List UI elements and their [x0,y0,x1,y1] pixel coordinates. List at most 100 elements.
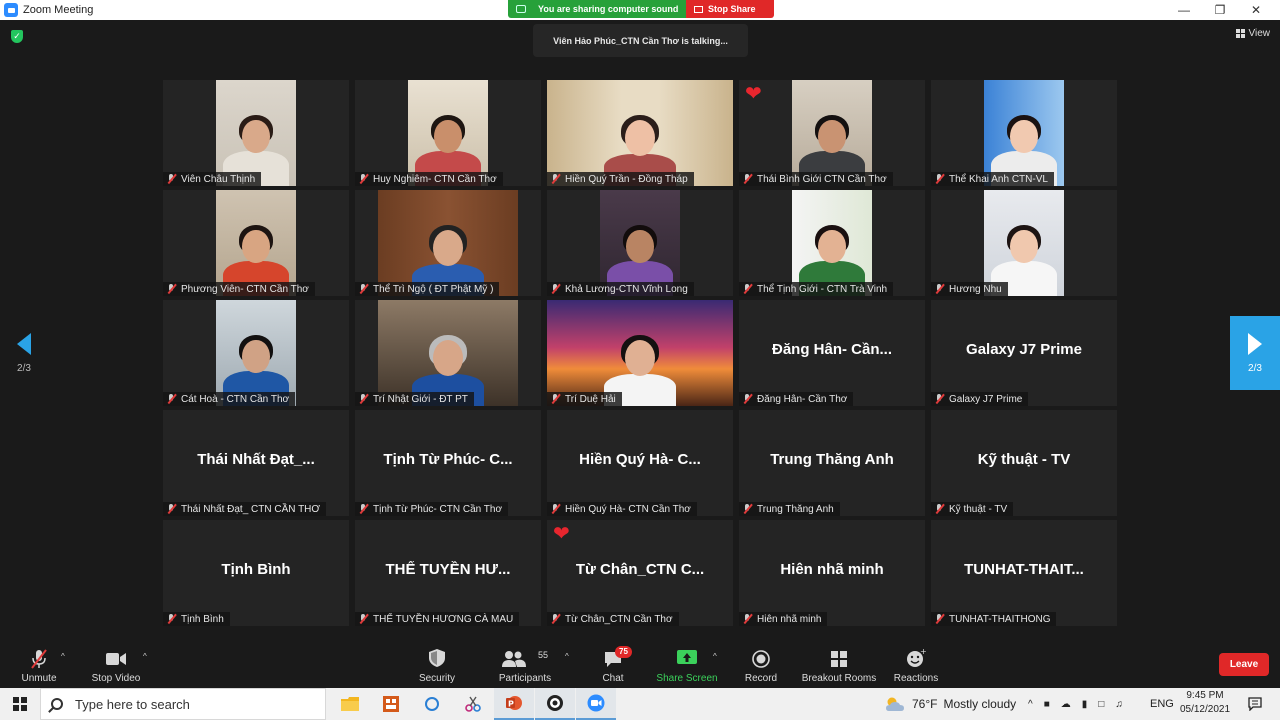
tray-overflow-caret-icon[interactable]: ^ [1028,699,1033,710]
snipping-taskbar-app[interactable] [453,688,493,720]
participant-name-label: Cát Hoà - CTN Cần Thơ [163,392,296,406]
cortana-taskbar-app[interactable] [412,688,452,720]
participant-tile[interactable]: Hiền Quý Trần - Đồng Tháp [547,80,733,186]
participant-name: Thể Khai Anh CTN-VL [949,173,1048,185]
participant-tile[interactable]: Khả Lương-CTN Vĩnh Long [547,190,733,296]
security-shield-icon[interactable]: ✓ [11,30,23,43]
taskbar-search-input[interactable]: Type here to search [40,688,326,720]
stop-share-icon [694,5,703,13]
participant-tile[interactable]: Trí Nhật Giới - ĐT PT [355,300,541,406]
video-options-caret[interactable]: ^ [143,652,147,661]
leave-button[interactable]: Leave [1219,653,1269,676]
volume-tray-icon[interactable]: ♫ [1115,699,1123,710]
participant-tile[interactable]: Hương Nhu [931,190,1117,296]
participant-display-name: Từ Chân_CTN C... [575,561,705,578]
stop-video-button[interactable]: Stop Video [86,642,146,688]
participant-name-label: Trí Duệ Hải [547,392,622,406]
previous-page-button[interactable]: 2/3 [0,316,48,390]
participant-name-label: Thể Tịnh Giới - CTN Trà Vinh [739,282,894,296]
reactions-button[interactable]: + Reactions [892,642,940,688]
participant-video-frame [216,300,296,406]
zoom-logo-icon [4,3,18,17]
close-button[interactable]: ✕ [1238,0,1274,20]
participant-tile[interactable]: Cát Hoà - CTN Cần Thơ [163,300,349,406]
participant-video [984,190,1064,296]
view-button[interactable]: View [1235,28,1271,39]
view-label: View [1248,28,1271,39]
participant-tile[interactable]: Thái Bình Giới CTN Cần Thơ ❤ [739,80,925,186]
share-options-caret[interactable]: ^ [713,652,717,661]
participant-name-label: Hương Nhu [931,282,1008,296]
minimize-button[interactable]: — [1166,0,1202,20]
participant-name-label: Trung Thăng Anh [739,502,840,516]
participant-tile[interactable]: Kỹ thuật - TV Kỹ thuật - TV [931,410,1117,516]
chat-button[interactable]: 75 Chat [592,642,634,688]
chat-label: Chat [602,673,624,684]
share-screen-icon [677,650,697,664]
share-screen-button[interactable]: Share Screen [654,642,720,688]
participant-tile[interactable]: Tịnh Từ Phúc- C... Tịnh Từ Phúc- CTN Cần … [355,410,541,516]
obs-icon [547,695,563,711]
participant-tile[interactable]: Phương Viên- CTN Cần Thơ [163,190,349,296]
participant-name: Thái Nhất Đạt_ CTN CẦN THƠ [181,503,320,515]
participant-tile[interactable]: TUNHAT-THAIT... TUNHAT-THAITHONG [931,520,1117,626]
participant-tile[interactable]: Tịnh Bình Tịnh Bình [163,520,349,626]
participant-tile[interactable]: Galaxy J7 Prime Galaxy J7 Prime [931,300,1117,406]
participant-video [792,80,872,186]
app-taskbar-orange[interactable] [371,688,411,720]
participant-tile[interactable]: Đăng Hân- Cần... Đăng Hân- Cần Thơ [739,300,925,406]
participant-name-label: Trí Nhật Giới - ĐT PT [355,392,474,406]
participant-tile[interactable]: Huy Nghiêm- CTN Cần Thơ [355,80,541,186]
participant-tile[interactable]: Viên Châu Thịnh [163,80,349,186]
participant-display-name: TUNHAT-THAIT... [964,561,1084,578]
network-tray-icon[interactable]: □ [1098,699,1104,710]
app-orange-icon [383,696,399,712]
next-page-button[interactable]: 2/3 [1230,316,1280,390]
clock-date: 05/12/2021 [1179,704,1231,715]
participants-button[interactable]: 55 Participants [494,642,556,688]
security-button[interactable]: Security [412,642,462,688]
maximize-button[interactable]: ❐ [1202,0,1238,20]
stop-share-label: Stop Share [708,4,756,14]
participant-tile[interactable]: Hiền Quý Hà- C... Hiền Quý Hà- CTN Cần Th… [547,410,733,516]
participant-tile[interactable]: THỂ TUYỀN HƯ... THỂ TUYỀN HƯƠNG CÀ MAU [355,520,541,626]
participant-name: Phương Viên- CTN Cần Thơ [181,283,309,295]
unmute-label: Unmute [21,673,57,684]
record-button[interactable]: Record [740,642,782,688]
stop-share-button[interactable]: Stop Share [686,0,774,18]
notifications-button[interactable] [1240,688,1270,720]
zoom-taskbar-app[interactable] [576,688,616,720]
participant-tile[interactable]: Thể Trì Ngộ ( ĐT Phật Mỹ ) [355,190,541,296]
unmute-button[interactable]: Unmute [14,642,64,688]
powerpoint-taskbar-app[interactable]: P [494,688,534,720]
cloud-tray-icon[interactable]: ☁ [1061,699,1071,710]
participant-video [216,80,296,186]
participant-name-label: Thái Nhất Đạt_ CTN CẦN THƠ [163,502,326,516]
people-tray-icon[interactable]: ■ [1044,699,1050,710]
meeting-toolbar: Unmute ^ Stop Video ^ Security 55 Partic… [0,642,1280,688]
audio-options-caret[interactable]: ^ [61,652,65,661]
participant-tile[interactable]: Hiên nhã minh Hiên nhã minh [739,520,925,626]
file-explorer-taskbar-app[interactable] [330,688,370,720]
participant-tile[interactable]: Trí Duệ Hải [547,300,733,406]
microphone-tray-icon[interactable]: ▮ [1082,699,1088,710]
participant-name: TUNHAT-THAITHONG [949,613,1051,625]
participant-tile[interactable]: Thái Nhất Đạt_... Thái Nhất Đạt_ CTN CẦN … [163,410,349,516]
participant-tile[interactable]: Thể Khai Anh CTN-VL [931,80,1117,186]
obs-taskbar-app[interactable] [535,688,575,720]
weather-widget[interactable]: 76°F Mostly cloudy [884,688,1016,720]
participants-options-caret[interactable]: ^ [565,652,569,661]
breakout-rooms-label: Breakout Rooms [801,673,877,684]
participant-video-frame [547,80,733,186]
input-language[interactable]: ENG [1150,688,1174,720]
windows-start-button[interactable] [0,688,40,720]
participant-tile[interactable]: Thể Tịnh Giới - CTN Trà Vinh [739,190,925,296]
microphone-muted-icon [743,504,752,514]
participant-video-frame [216,80,296,186]
taskbar-clock[interactable]: 9:45 PM 05/12/2021 [1176,689,1234,717]
participant-name-label: Hiên nhã minh [739,612,828,626]
breakout-rooms-button[interactable]: Breakout Rooms [800,642,878,688]
participant-tile[interactable]: Từ Chân_CTN C... Từ Chân_CTN Cần Thơ ❤ [547,520,733,626]
participant-display-name: Tịnh Bình [221,561,291,578]
participant-tile[interactable]: Trung Thăng Anh Trung Thăng Anh [739,410,925,516]
